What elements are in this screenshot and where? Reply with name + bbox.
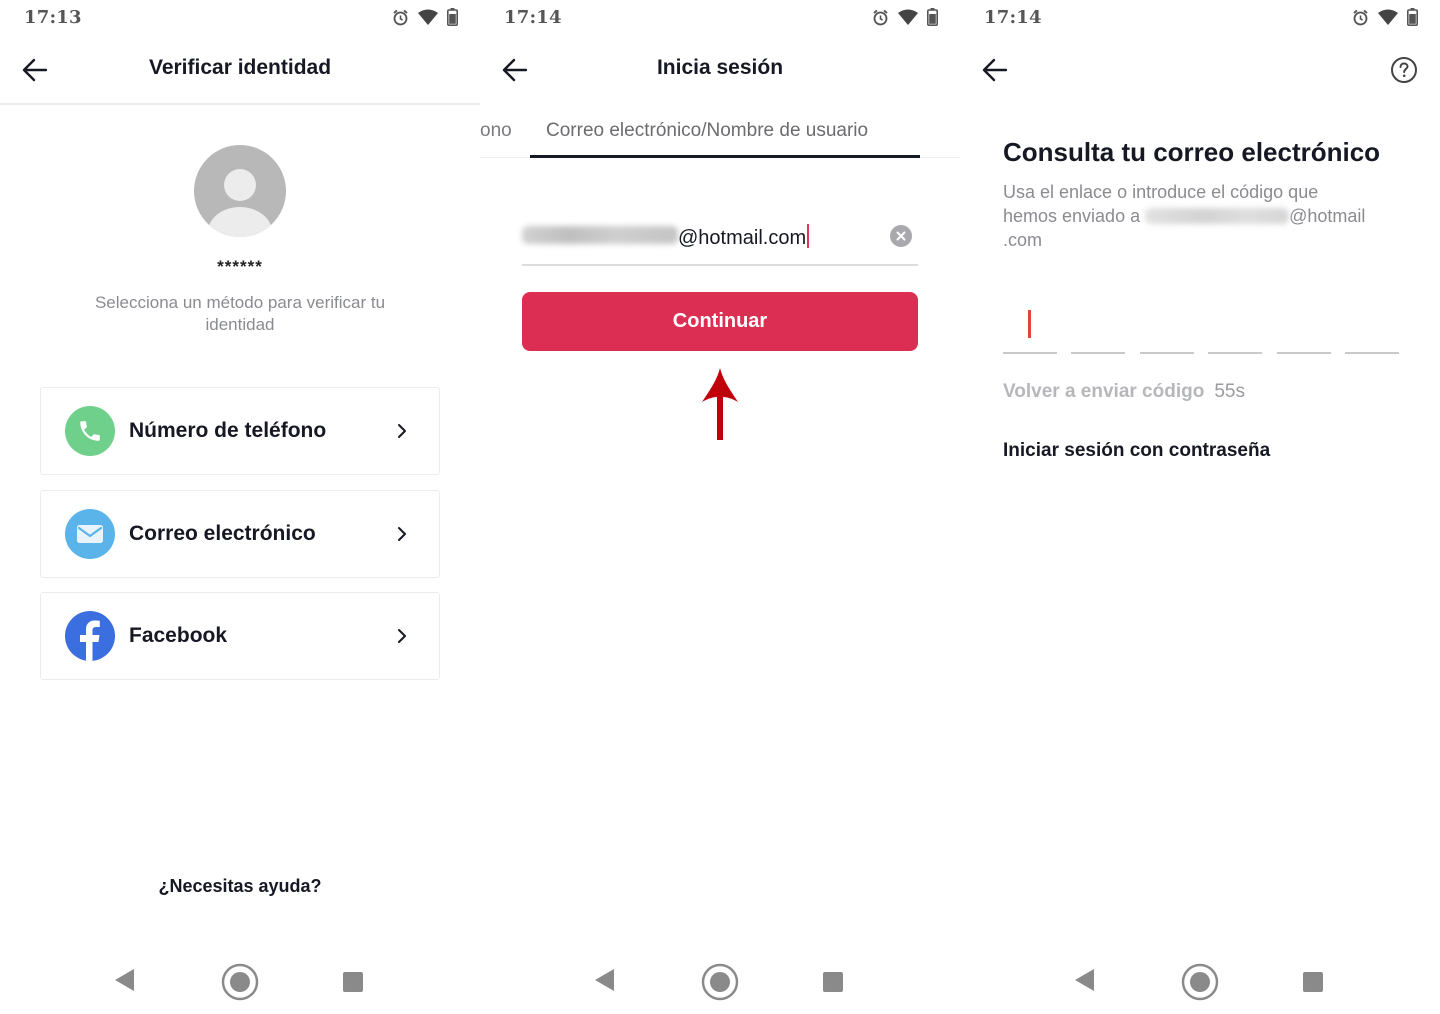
nav-recents-icon[interactable] (823, 972, 843, 992)
nav-back-icon[interactable] (114, 968, 136, 992)
alarm-icon (393, 9, 408, 25)
method-email[interactable]: Correo electrónico (40, 490, 440, 578)
wifi-icon (1378, 9, 1398, 25)
back-button[interactable] (980, 55, 1010, 85)
android-navbar (960, 960, 1440, 1004)
arrow-left-icon (982, 58, 1008, 82)
default-avatar-icon (194, 145, 286, 237)
method-label: Correo electrónico (129, 522, 316, 545)
chevron-right-icon (398, 629, 406, 643)
mail-icon (65, 509, 115, 559)
instruction-line: Usa el enlace o introduce el código que (1003, 182, 1319, 202)
nav-recents-icon[interactable] (343, 972, 363, 992)
method-label: Facebook (129, 624, 228, 647)
header-divider (0, 103, 480, 105)
method-phone-number[interactable]: Número de teléfono (40, 387, 440, 475)
page-title: Verificar identidad (148, 56, 332, 79)
email-input[interactable]: @hotmail.com (522, 216, 918, 266)
email-input-value: @hotmail.com (678, 227, 807, 249)
arrow-up-annotation-icon (702, 368, 738, 440)
page-title: Consulta tu correo electrónico (1003, 137, 1381, 167)
code-digit-2[interactable] (1071, 300, 1126, 354)
nav-home-icon[interactable] (1180, 962, 1220, 1002)
instruction-text: Selecciona un método para verificar tu i… (94, 293, 386, 334)
method-label: Número de teléfono (129, 419, 327, 442)
battery-icon (1407, 8, 1418, 26)
instruction-text: Usa el enlace o introduce el código que … (1003, 180, 1403, 252)
login-with-password-link[interactable]: Iniciar sesión con contraseña (1003, 440, 1270, 462)
wifi-icon (418, 9, 438, 25)
close-icon (896, 231, 906, 241)
facebook-icon (65, 611, 115, 661)
check-email-screen: 17:14 Consulta tu correo electrónico Usa… (960, 0, 1440, 1014)
verify-identity-screen: 17:13 Verificar identidad ****** Selecci… (0, 0, 480, 1014)
masked-username: ****** (217, 257, 263, 276)
phone-icon (65, 406, 115, 456)
resend-label: Volver a enviar código (1003, 381, 1205, 402)
clear-input-button[interactable] (890, 225, 912, 247)
status-time: 17:14 (504, 7, 562, 28)
battery-icon (447, 8, 458, 26)
android-navbar (480, 960, 960, 1004)
method-facebook[interactable]: Facebook (40, 592, 440, 680)
text-caret (807, 224, 810, 248)
code-digit-6[interactable] (1344, 300, 1399, 354)
instruction-line: hemos enviado a (1003, 206, 1146, 226)
code-digit-5[interactable] (1276, 300, 1331, 354)
android-navbar (0, 960, 480, 1004)
nav-home-icon[interactable] (220, 962, 260, 1002)
chevron-right-icon (398, 424, 406, 438)
status-icons (392, 8, 458, 26)
tab-email-username[interactable]: Correo electrónico/Nombre de usuario (546, 120, 868, 142)
resend-countdown: 55s (1214, 381, 1245, 402)
resend-code-button[interactable]: Volver a enviar código 55s (1003, 381, 1245, 403)
chevron-right-icon (398, 527, 406, 541)
alarm-icon (1353, 9, 1368, 25)
wifi-icon (898, 9, 918, 25)
email-tld: .com (1003, 230, 1043, 250)
nav-home-icon[interactable] (700, 962, 740, 1002)
code-digit-3[interactable] (1139, 300, 1194, 354)
continue-button[interactable]: Continuar (522, 292, 918, 351)
nav-recents-icon[interactable] (1303, 972, 1323, 992)
status-icons (872, 8, 938, 26)
email-domain: @hotmail (1289, 206, 1366, 226)
active-tab-indicator (530, 155, 920, 158)
page-title: Inicia sesión (656, 56, 784, 79)
text-caret (1028, 310, 1031, 338)
status-time: 17:13 (24, 7, 82, 28)
question-circle-icon[interactable] (1390, 56, 1418, 84)
redacted-email-local-part (1145, 208, 1290, 224)
redacted-email-local-part (522, 226, 678, 244)
login-screen: 17:14 Inicia sesión ono Correo electróni… (480, 0, 960, 1014)
status-icons (1352, 8, 1418, 26)
tab-phone[interactable]: ono (480, 120, 512, 142)
code-digit-4[interactable] (1208, 300, 1263, 354)
nav-back-icon[interactable] (594, 968, 616, 992)
code-digit-1[interactable] (1003, 300, 1057, 354)
need-help-link[interactable]: ¿Necesitas ayuda? (0, 876, 480, 897)
battery-icon (927, 8, 938, 26)
status-time: 17:14 (984, 7, 1042, 28)
nav-back-icon[interactable] (1074, 968, 1096, 992)
verification-code-input[interactable] (1003, 300, 1399, 354)
alarm-icon (873, 9, 888, 25)
